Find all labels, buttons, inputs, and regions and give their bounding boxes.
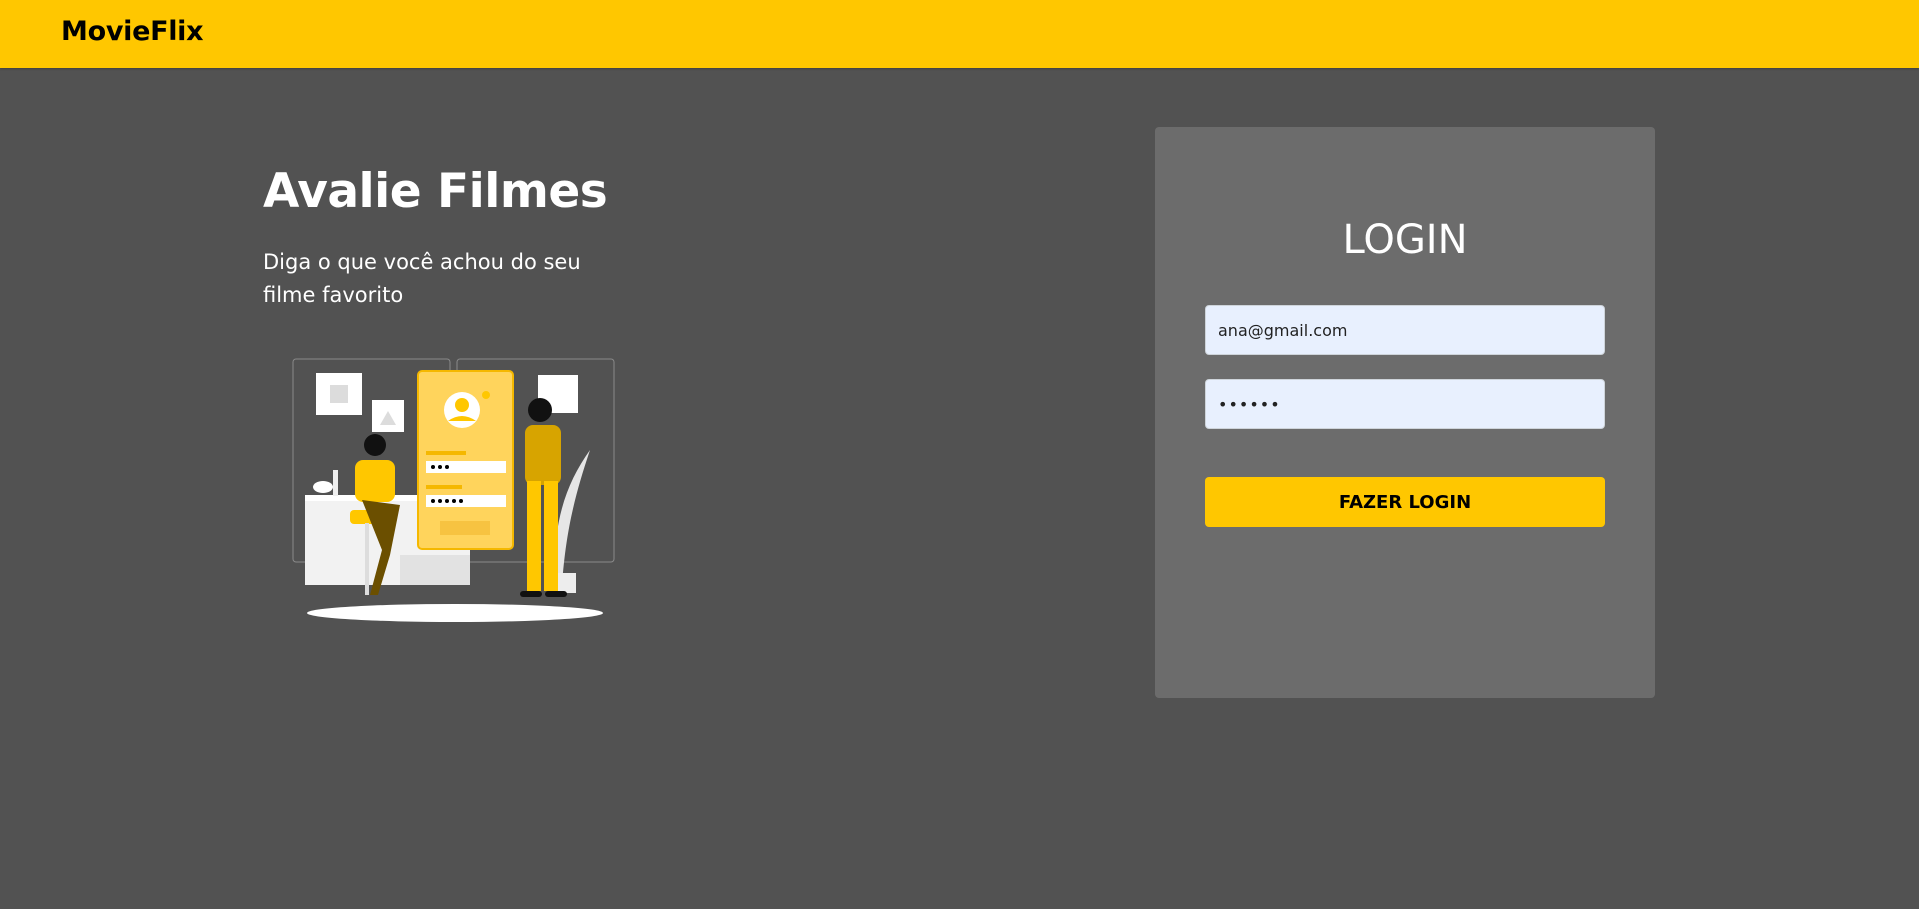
password-input[interactable] bbox=[1205, 379, 1605, 429]
brand-logo[interactable]: MovieFlix bbox=[61, 16, 204, 47]
email-input[interactable] bbox=[1205, 305, 1605, 355]
top-navbar: MovieFlix bbox=[0, 0, 1919, 68]
login-button[interactable]: FAZER LOGIN bbox=[1205, 477, 1605, 527]
login-illustration-icon bbox=[292, 358, 615, 622]
login-title: LOGIN bbox=[1342, 217, 1468, 263]
hero-subtitle: Diga o que você achou do seu filme favor… bbox=[263, 250, 581, 307]
hero-title: Avalie Filmes bbox=[263, 164, 608, 219]
login-card: LOGIN FAZER LOGIN bbox=[1155, 127, 1655, 698]
